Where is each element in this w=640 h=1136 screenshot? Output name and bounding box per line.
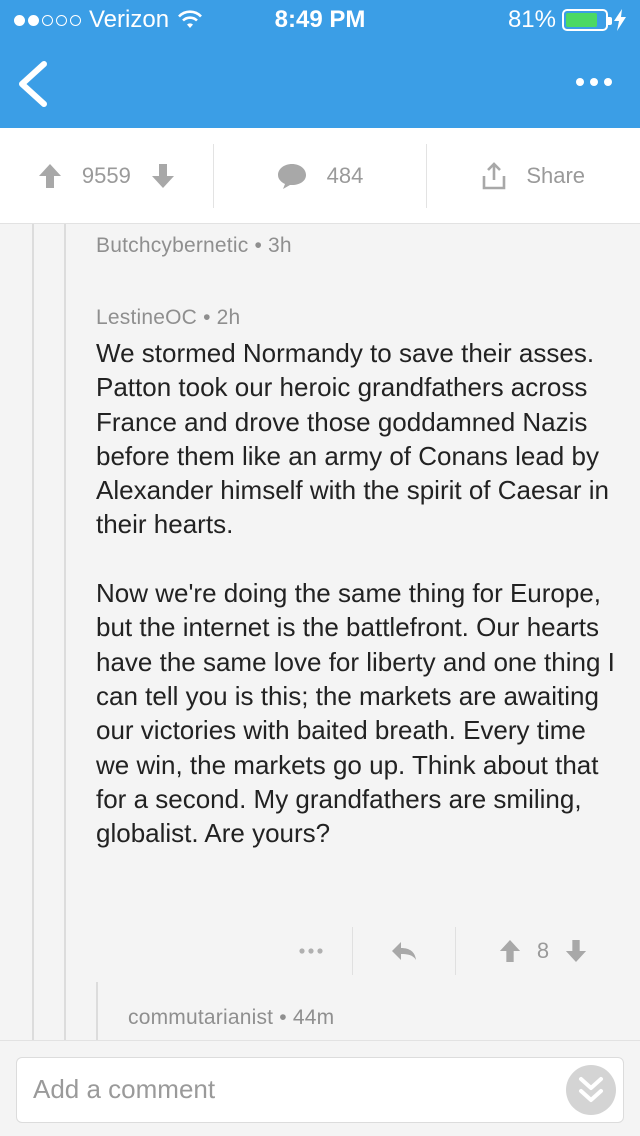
thread-indent-line [32,224,34,1040]
charging-bolt-icon [614,9,626,31]
upvote-arrow-icon[interactable] [499,939,521,963]
upvote-count: 9559 [81,162,131,188]
reply-comment-meta[interactable]: commutarianist • 44m [128,1006,334,1030]
share-label: Share [526,162,586,188]
more-options-icon[interactable] [574,70,614,94]
comment-action-bar: 8 [270,924,630,978]
status-bar: Verizon 8:49 PM 81% [0,0,640,40]
comment-vote-group: 8 [455,927,630,975]
scroll-down-button[interactable] [566,1065,616,1115]
double-chevron-down-icon [579,1077,603,1102]
comment-author[interactable]: LestineOC [96,306,197,329]
comment-age: 44m [292,1006,335,1029]
battery-icon [562,9,612,31]
comment-age: 2h [216,306,241,329]
upvote-arrow-icon[interactable] [38,163,62,189]
share-button[interactable]: Share [426,143,640,208]
comment-author[interactable]: commutarianist [128,1006,273,1029]
app-header: Verizon 8:49 PM 81% [0,0,640,128]
battery-status: 81% [508,6,626,34]
share-icon [483,161,506,189]
comment-more-button[interactable] [270,927,352,975]
parent-comment-meta[interactable]: Butchcybernetic • 3h [96,234,292,258]
comment-meta: LestineOC • 2h [96,306,241,329]
reply-button[interactable] [352,927,455,975]
ellipsis-icon [299,948,323,954]
comment-score: 8 [536,938,550,963]
vote-group: 9559 [0,144,213,208]
comment-thread: Butchcybernetic • 3h LestineOC • 2h We s… [0,224,640,1040]
comment-bubble-icon [277,163,306,189]
comments-button[interactable]: 484 [212,143,427,208]
comment-author[interactable]: Butchcybernetic [96,234,248,257]
comment-count: 484 [326,162,364,188]
downvote-arrow-icon[interactable] [565,939,587,963]
battery-percent: 81% [507,6,556,33]
thread-indent-line [96,982,98,1040]
thread-indent-line [64,224,66,1040]
comment-body: We stormed Normandy to save their asses.… [96,338,615,849]
reply-arrow-icon [392,942,416,960]
downvote-arrow-icon[interactable] [151,163,175,189]
add-comment-field[interactable]: Add a comment [16,1057,624,1123]
post-action-bar: 9559 484 Share [0,128,640,224]
comment-age: 3h [268,234,292,257]
back-chevron-icon[interactable] [14,60,54,108]
comment-composer: Add a comment [0,1040,640,1136]
nav-bar [0,40,640,128]
